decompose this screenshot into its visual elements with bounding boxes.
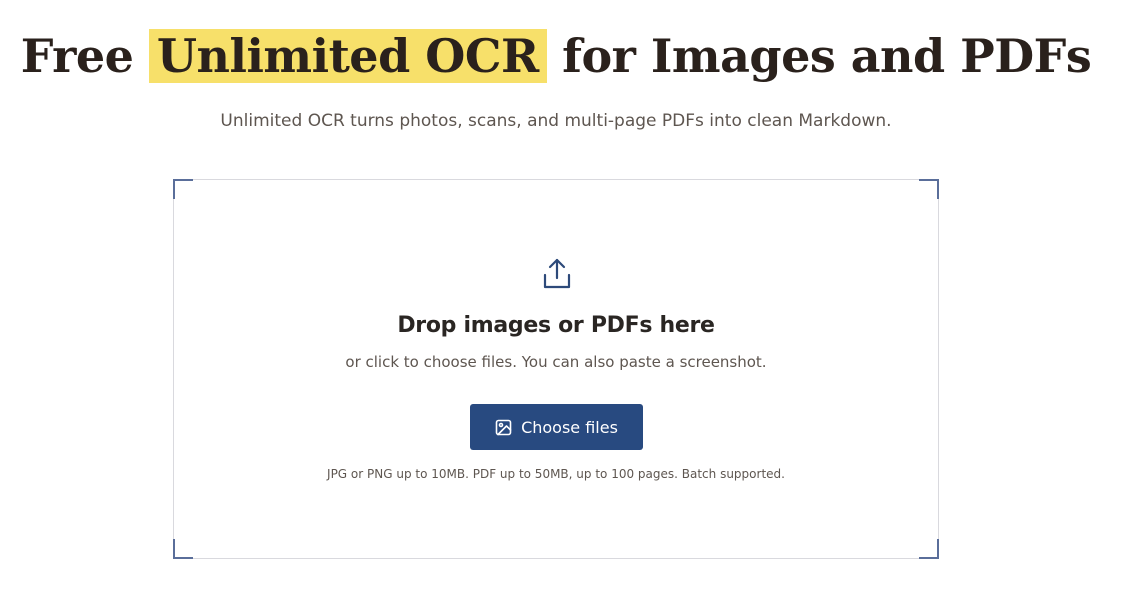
dropzone-subtitle: or click to choose files. You can also p… — [345, 353, 767, 371]
dropzone-title: Drop images or PDFs here — [397, 313, 715, 338]
file-dropzone[interactable]: Drop images or PDFs here or click to cho… — [173, 179, 939, 559]
page: Free Unlimited OCR for Images and PDFs U… — [0, 0, 1124, 592]
file-limits-note: JPG or PNG up to 10MB. PDF up to 50MB, u… — [327, 467, 785, 481]
upload-icon — [543, 258, 571, 289]
corner-bottom-left — [173, 539, 193, 559]
title-highlight: Unlimited OCR — [148, 29, 547, 83]
page-title: Free Unlimited OCR for Images and PDFs — [0, 20, 1112, 92]
image-icon — [495, 419, 512, 435]
corner-bottom-right — [919, 539, 939, 559]
title-before: Free — [20, 29, 149, 83]
page-subtitle: Unlimited OCR turns photos, scans, and m… — [220, 111, 892, 131]
choose-files-button[interactable]: Choose files — [470, 404, 643, 450]
title-after: for Images and PDFs — [546, 29, 1092, 83]
corner-top-left — [173, 179, 193, 199]
corner-top-right — [919, 179, 939, 199]
choose-files-label: Choose files — [521, 417, 618, 437]
